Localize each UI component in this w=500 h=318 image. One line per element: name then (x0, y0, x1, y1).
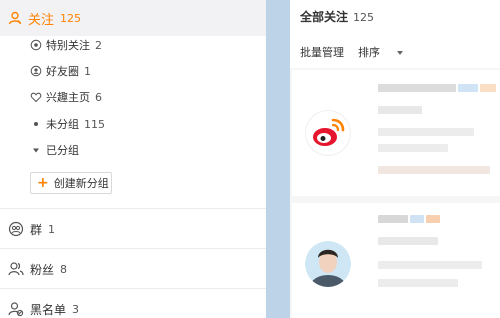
sidebar-item-ungrouped[interactable]: 未分组 115 (30, 114, 105, 134)
fans-count: 8 (60, 262, 68, 276)
list-item[interactable] (292, 203, 500, 318)
sidebar: 关注 125 特别关注 2 好友圈 1 兴趣主页 6 未分组 115 已分组 +… (0, 0, 266, 318)
create-group-button[interactable]: + 创建新分组 (30, 172, 112, 194)
page-title: 全部关注 125 (300, 8, 374, 25)
sort-label: 排序 (358, 46, 380, 59)
groups-label: 群 (30, 222, 43, 237)
user-avatar[interactable] (305, 241, 351, 287)
sub-item-count: 115 (84, 117, 105, 131)
sidebar-item-grouped[interactable]: 已分组 (30, 140, 79, 160)
sub-item-count: 1 (84, 64, 91, 78)
sub-item-label: 未分组 (46, 118, 79, 131)
sub-item-label: 兴趣主页 (46, 91, 90, 104)
fans-icon (8, 262, 24, 276)
person-follow-icon (8, 11, 22, 25)
sidebar-item-groups[interactable]: 群 1 (8, 218, 55, 240)
friends-circle-icon (30, 65, 42, 77)
sidebar-item-blacklist[interactable]: 黑名单 3 (8, 298, 79, 318)
weibo-logo-avatar[interactable] (305, 110, 351, 156)
panel-header: 全部关注 125 批量管理 排序 (290, 0, 500, 68)
sidebar-item-interest-page[interactable]: 兴趣主页 6 (30, 87, 102, 107)
sub-item-label: 好友圈 (46, 65, 79, 78)
create-group-label: 创建新分组 (53, 177, 109, 190)
sub-item-count: 6 (95, 90, 102, 104)
sub-item-count: 2 (95, 38, 102, 52)
sidebar-item-special-follow[interactable]: 特别关注 2 (30, 35, 102, 55)
sub-item-label: 已分组 (46, 144, 79, 157)
sidebar-item-fans[interactable]: 粉丝 8 (8, 258, 67, 280)
groups-count: 1 (48, 222, 56, 236)
page-title-count: 125 (353, 11, 375, 24)
follow-label: 关注 (28, 12, 55, 28)
plus-icon: + (37, 175, 49, 191)
sidebar-item-friends-circle[interactable]: 好友圈 1 (30, 61, 91, 81)
page-background (266, 0, 290, 318)
list-item[interactable] (292, 70, 500, 196)
following-panel: 全部关注 125 批量管理 排序 (290, 0, 500, 318)
dot-icon (34, 122, 38, 126)
panel-toolbar: 批量管理 排序 (300, 44, 417, 60)
group-chat-icon (8, 221, 24, 237)
follow-count: 125 (60, 11, 82, 25)
sub-item-label: 特别关注 (46, 39, 90, 52)
blacklist-label: 黑名单 (30, 302, 67, 317)
blacklist-count: 3 (72, 302, 80, 316)
heart-interest-icon (30, 92, 42, 103)
fans-label: 粉丝 (30, 262, 55, 277)
divider (0, 248, 266, 249)
page-title-label: 全部关注 (300, 10, 349, 24)
sidebar-item-follow[interactable]: 关注 125 (0, 0, 266, 36)
divider (0, 208, 266, 209)
caret-down-icon (33, 148, 39, 153)
batch-manage-button[interactable]: 批量管理 (300, 44, 344, 60)
star-circle-icon (30, 39, 42, 51)
caret-down-icon (397, 51, 403, 55)
blacklist-user-icon (8, 302, 24, 317)
divider (0, 288, 266, 289)
sort-button[interactable]: 排序 (358, 44, 403, 60)
